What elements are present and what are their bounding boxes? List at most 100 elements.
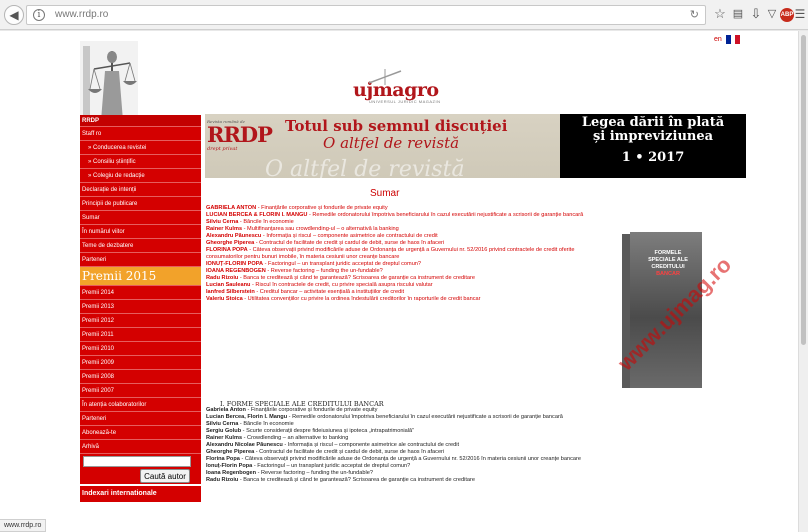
article-title[interactable]: - Informația și riscul – componente asim… <box>261 233 438 239</box>
sidebar-item-indexari[interactable]: Indexari internationale <box>80 486 201 502</box>
article-author[interactable]: IOANA REGENBOGEN <box>206 268 266 274</box>
article-author[interactable]: Radu Rizoiu <box>206 477 238 483</box>
article-title[interactable]: - Contractul de facilitate de credit și … <box>254 240 444 246</box>
sidebar-item-premii-2010[interactable]: Premii 2010 <box>80 342 201 356</box>
article-title[interactable]: - Scurte considerații despre fideiusiune… <box>241 428 414 434</box>
article-author[interactable]: Gabriela Anton <box>206 407 246 413</box>
article-title[interactable]: - Factoringul – un transplant juridic ac… <box>252 463 410 469</box>
sidebar-item-premii-2009[interactable]: Premii 2009 <box>80 356 201 370</box>
article-title[interactable]: - Reverse factoring – funding the un-fun… <box>266 268 382 274</box>
article-entry[interactable]: Florina Popa - Câteva observații privind… <box>206 456 601 463</box>
article-entry[interactable]: Radu Rizoiu - Banca te creditează și cân… <box>206 275 601 282</box>
article-author[interactable]: GABRIELA ANTON <box>206 205 256 211</box>
article-title[interactable]: - Câteva observații privind modificările… <box>240 456 581 462</box>
article-entry[interactable]: IOANA REGENBOGEN - Reverse factoring – f… <box>206 268 601 275</box>
download-icon[interactable]: ⇩ <box>748 7 764 21</box>
article-entry[interactable]: Silviu Cerna - Băncile în economie <box>206 421 601 428</box>
article-title[interactable]: - Riscul în contractele de credit, cu pr… <box>250 282 433 288</box>
address-bar[interactable]: i www.rrdp.ro ↻ <box>26 5 706 25</box>
article-entry[interactable]: Silviu Cerna - Băncile în economie <box>206 219 601 226</box>
sidebar-item-colegiu[interactable]: » Colegiu de redacție <box>80 169 201 183</box>
article-author[interactable]: Rainer Kulms <box>206 435 242 441</box>
article-author[interactable]: Ionuț-Florin Popa <box>206 463 252 469</box>
article-author[interactable]: Florina Popa <box>206 456 240 462</box>
article-entry[interactable]: Lucian Sauleanu - Riscul în contractele … <box>206 282 601 289</box>
reading-list-icon[interactable]: ▤ <box>730 7 746 21</box>
sidebar-item-premii-2012[interactable]: Premii 2012 <box>80 314 201 328</box>
article-title[interactable]: - Contractul de facilitate de credit și … <box>254 449 444 455</box>
article-author[interactable]: Lucian Sauleanu <box>206 282 250 288</box>
article-title[interactable]: - Multifinanțarea sau crowdlending-ul – … <box>242 226 399 232</box>
promo-banner[interactable]: Revista română de RRDP drept privat Totu… <box>205 114 746 178</box>
sidebar-item-parteneri-2[interactable]: Parteneri <box>80 412 201 426</box>
article-entry[interactable]: Gheorghe Piperea - Contractul de facilit… <box>206 449 601 456</box>
scrollbar-thumb[interactable] <box>801 35 806 345</box>
article-entry[interactable]: IONUȚ-FLORIN POPA - Factoringul – un tra… <box>206 261 601 268</box>
reload-icon[interactable]: ↻ <box>690 8 699 21</box>
sidebar-item-teme[interactable]: Teme de dezbatere <box>80 239 201 253</box>
article-title[interactable]: - Câteva observații privind modificările… <box>206 247 574 260</box>
article-entry[interactable]: Valeriu Stoica - Utilitatea convențiilor… <box>206 296 601 303</box>
ujmag-logo[interactable]: ujmagro UNIVERSUL JURIDIC MAGAZIN <box>353 69 440 104</box>
sidebar-item-conducerea[interactable]: » Conducerea revistei <box>80 141 201 155</box>
page-scrollbar[interactable] <box>798 31 808 532</box>
article-title[interactable]: - Remedile ordonatorului împotriva benef… <box>287 414 563 420</box>
article-title[interactable]: - Reverse factoring – funding the un-fun… <box>256 470 373 476</box>
french-flag-icon[interactable] <box>726 35 740 44</box>
sidebar-item-arhiva[interactable]: Arhivă <box>80 440 201 454</box>
sidebar-item-premii-2011[interactable]: Premii 2011 <box>80 328 201 342</box>
sidebar-item-premii-2013[interactable]: Premii 2013 <box>80 300 201 314</box>
article-entry[interactable]: Radu Rizoiu - Banca te creditează și cân… <box>206 477 601 484</box>
article-author[interactable]: Silviu Cerna <box>206 219 238 225</box>
article-entry[interactable]: Gheorghe Piperea - Contractul de facilit… <box>206 240 601 247</box>
info-icon[interactable]: i <box>33 9 45 21</box>
article-title[interactable]: - Finanțările corporative și fondurile d… <box>256 205 388 211</box>
article-title[interactable]: - Crowdlending – an alternative to banki… <box>242 435 349 441</box>
article-entry[interactable]: Rainer Kulms - Multifinanțarea sau crowd… <box>206 226 601 233</box>
sidebar-item-parteneri[interactable]: Parteneri <box>80 253 201 267</box>
article-author[interactable]: LUCIAN BERCEA & FLORIN I. MANGU <box>206 212 307 218</box>
article-author[interactable]: Radu Rizoiu <box>206 275 238 281</box>
article-title[interactable]: - Informația și riscul – componente asim… <box>283 442 459 448</box>
sidebar-item-numarul-viitor[interactable]: În numărul viitor <box>80 225 201 239</box>
article-author[interactable]: Alexandru Păunescu <box>206 233 261 239</box>
article-title[interactable]: - Finanțările corporative și fondurile d… <box>246 407 377 413</box>
sidebar-item-premii-2014[interactable]: Premii 2014 <box>80 286 201 300</box>
sidebar-award-heading[interactable]: Premii 2015 <box>80 267 201 286</box>
back-icon[interactable]: ◀ <box>4 5 24 25</box>
article-entry[interactable]: Alexandru Nicolae Păunescu - Informația … <box>206 442 601 449</box>
article-author[interactable]: FLORINA POPA <box>206 247 248 253</box>
language-link-en[interactable]: en <box>714 36 722 43</box>
sidebar-item-sumar[interactable]: Sumar <box>80 211 201 225</box>
article-entry[interactable]: GABRIELA ANTON - Finanțările corporative… <box>206 205 601 212</box>
article-title[interactable]: - Factoringul – un transplant juridic ac… <box>263 261 421 267</box>
article-title[interactable]: - Utilitatea convențiilor cu privire la … <box>243 296 480 302</box>
article-author[interactable]: Lucian Bercea, Florin I. Mangu <box>206 414 287 420</box>
article-entry[interactable]: Gabriela Anton - Finanțările corporative… <box>206 407 601 414</box>
article-title[interactable]: - Banca te creditează și când te garante… <box>238 477 475 483</box>
star-icon[interactable]: ☆ <box>712 7 728 21</box>
article-entry[interactable]: FLORINA POPA - Câteva observații privind… <box>206 247 601 261</box>
article-author[interactable]: Rainer Kulms <box>206 226 242 232</box>
article-title[interactable]: - Creditul bancar – activitate esențială… <box>255 289 404 295</box>
article-author[interactable]: Ianfred Silberstein <box>206 289 255 295</box>
article-title[interactable]: - Băncile în economie <box>238 219 294 225</box>
article-title[interactable]: - Remedile ordonatorului împotriva benef… <box>307 212 583 218</box>
article-title[interactable]: - Banca te creditează și când te garante… <box>238 275 475 281</box>
pocket-icon[interactable]: ▽ <box>764 7 780 21</box>
article-author[interactable]: Valeriu Stoica <box>206 296 243 302</box>
article-author[interactable]: Alexandru Nicolae Păunescu <box>206 442 283 448</box>
sidebar-item-staff[interactable]: Staff ro <box>80 127 201 141</box>
sidebar-item-declaratie[interactable]: Declarație de intenții <box>80 183 201 197</box>
article-author[interactable]: Sergiu Golub <box>206 428 241 434</box>
article-author[interactable]: Silviu Cerna <box>206 421 238 427</box>
sidebar-item-principii[interactable]: Principii de publicare <box>80 197 201 211</box>
sidebar-item-aboneaza[interactable]: Abonează-te <box>80 426 201 440</box>
sidebar-item-premii-2008[interactable]: Premii 2008 <box>80 370 201 384</box>
menu-icon[interactable]: ☰ <box>792 7 808 21</box>
article-author[interactable]: Gheorghe Piperea <box>206 449 254 455</box>
article-entry[interactable]: Ionuț-Florin Popa - Factoringul – un tra… <box>206 463 601 470</box>
article-entry[interactable]: Lucian Bercea, Florin I. Mangu - Remedil… <box>206 414 601 421</box>
author-search-button[interactable]: Caută autor <box>140 469 190 483</box>
author-search-input[interactable] <box>83 456 191 467</box>
